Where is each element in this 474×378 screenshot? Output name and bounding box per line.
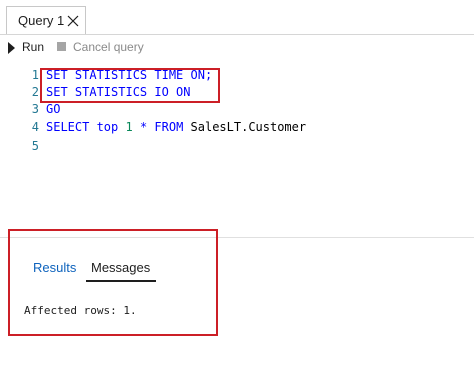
code-line: 5 xyxy=(0,139,474,156)
tab-title: Query 1 xyxy=(18,13,65,28)
line-number: 5 xyxy=(31,139,39,153)
tab-bar: Query 1 xyxy=(0,0,474,35)
query-toolbar: Run Cancel query xyxy=(0,34,474,62)
run-label: Run xyxy=(22,40,45,54)
line-number: 3 xyxy=(31,102,39,116)
line-number: 2 xyxy=(31,85,39,99)
code-token: SalesLT.Customer xyxy=(190,120,307,134)
code-token: * FROM xyxy=(132,120,191,134)
code-line: 3 GO xyxy=(0,102,474,119)
code-token: SELECT top xyxy=(46,120,126,134)
close-icon[interactable] xyxy=(67,15,79,27)
highlight-box xyxy=(8,229,218,336)
code-text: GO xyxy=(46,102,60,116)
code-text: SELECT top 1 * FROM SalesLT.Customer xyxy=(46,120,306,134)
code-line: 4 SELECT top 1 * FROM SalesLT.Customer xyxy=(0,120,474,137)
stop-icon xyxy=(57,42,66,51)
code-token: 1 xyxy=(125,120,133,134)
line-number: 4 xyxy=(31,120,39,134)
line-number: 1 xyxy=(31,68,39,82)
cancel-query-label: Cancel query xyxy=(73,40,144,54)
highlight-box xyxy=(40,68,220,103)
code-token: GO xyxy=(46,102,61,116)
tab-query-1[interactable]: Query 1 xyxy=(6,6,86,34)
play-icon xyxy=(8,42,15,54)
